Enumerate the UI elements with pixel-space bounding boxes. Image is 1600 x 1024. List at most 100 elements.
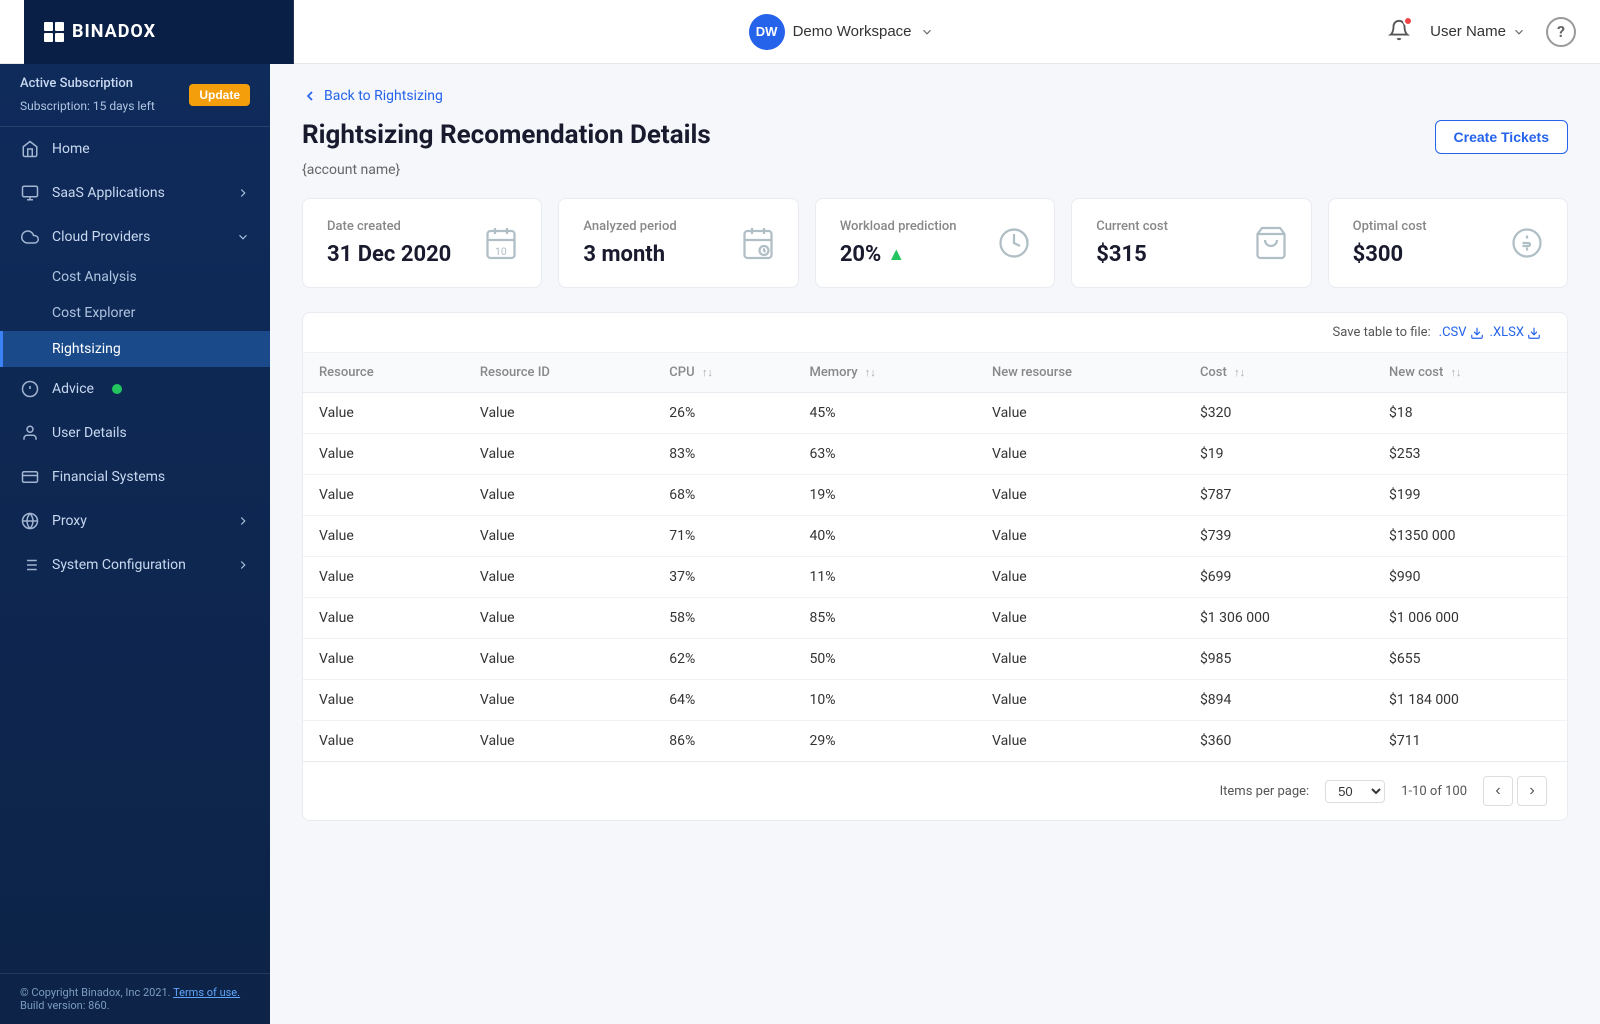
cloud-icon [20, 227, 40, 247]
logo-area: BINADOX [24, 0, 294, 64]
cell-new-cost: $711 [1373, 721, 1567, 762]
table-row: Value Value 68% 19% Value $787 $199 [303, 475, 1567, 516]
cell-new-cost: $1350 000 [1373, 516, 1567, 557]
col-new-cost[interactable]: New cost ↑↓ [1373, 353, 1567, 393]
cell-resource: Value [303, 680, 464, 721]
table-row: Value Value 71% 40% Value $739 $1350 000 [303, 516, 1567, 557]
items-per-page-select[interactable]: 50 25 100 [1325, 780, 1385, 803]
advice-icon [20, 379, 40, 399]
footer-build: Build version: 860. [20, 999, 110, 1012]
sidebar-item-cost-explorer[interactable]: Cost Explorer [0, 295, 270, 331]
table-row: Value Value 26% 45% Value $320 $18 [303, 393, 1567, 434]
col-cost[interactable]: Cost ↑↓ [1184, 353, 1373, 393]
chevron-down-icon [920, 25, 934, 39]
back-link[interactable]: Back to Rightsizing [302, 88, 1568, 104]
footer-terms-link[interactable]: Terms of use. [173, 986, 240, 999]
cell-resource: Value [303, 475, 464, 516]
items-per-page-label: Items per page: [1220, 784, 1310, 799]
cell-new-cost: $1 006 000 [1373, 598, 1567, 639]
prev-page-button[interactable]: ‹ [1483, 776, 1513, 806]
table-header-row: Resource Resource ID CPU ↑↓ Memory ↑↓ Ne… [303, 353, 1567, 393]
cell-resource: Value [303, 557, 464, 598]
advice-active-dot [112, 384, 122, 394]
card-analyzed-period: Analyzed period 3 month [558, 198, 798, 288]
cell-resource-id: Value [464, 393, 653, 434]
back-arrow-icon [302, 88, 318, 104]
subscription-days: Subscription: 15 days left [20, 99, 155, 113]
pagination: Items per page: 50 25 100 1-10 of 100 ‹ … [303, 761, 1567, 820]
sidebar: Active Subscription Subscription: 15 day… [0, 64, 270, 1024]
cell-cpu: 37% [653, 557, 793, 598]
cell-resource: Value [303, 598, 464, 639]
sidebar-item-rightsizing[interactable]: Rightsizing [0, 331, 270, 367]
saas-icon [20, 183, 40, 203]
sidebar-item-system-config[interactable]: System Configuration [0, 543, 270, 587]
account-name: {account name} [302, 162, 1568, 178]
sidebar-item-label-saas: SaaS Applications [52, 185, 165, 201]
cell-new-resource: Value [976, 393, 1184, 434]
cell-memory: 85% [793, 598, 976, 639]
trend-up-arrow: ▲ [887, 244, 905, 265]
workspace-selector[interactable]: DW Demo Workspace [749, 14, 934, 50]
cell-cost: $787 [1184, 475, 1373, 516]
cell-cost: $1 306 000 [1184, 598, 1373, 639]
sidebar-footer: © Copyright Binadox, Inc 2021. Terms of … [0, 973, 270, 1024]
sidebar-item-cloud[interactable]: Cloud Providers [0, 215, 270, 259]
cell-resource-id: Value [464, 680, 653, 721]
cell-cost: $739 [1184, 516, 1373, 557]
system-config-chevron-icon [236, 558, 250, 572]
cell-cpu: 58% [653, 598, 793, 639]
cell-cost: $894 [1184, 680, 1373, 721]
create-tickets-button[interactable]: Create Tickets [1435, 120, 1568, 154]
update-button[interactable]: Update [189, 84, 250, 106]
cell-cost: $699 [1184, 557, 1373, 598]
header-right: User Name ? [1388, 17, 1576, 47]
xlsx-download-link[interactable]: .XLSX [1490, 325, 1541, 340]
card-date-created: Date created 31 Dec 2020 10 [302, 198, 542, 288]
back-link-label: Back to Rightsizing [324, 88, 443, 104]
table-body: Value Value 26% 45% Value $320 $18 Value… [303, 393, 1567, 762]
sidebar-item-label-advice: Advice [52, 381, 94, 397]
cell-cost: $19 [1184, 434, 1373, 475]
cell-new-resource: Value [976, 557, 1184, 598]
notification-bell[interactable] [1388, 19, 1410, 45]
cell-resource-id: Value [464, 639, 653, 680]
next-page-button[interactable]: › [1517, 776, 1547, 806]
table-row: Value Value 37% 11% Value $699 $990 [303, 557, 1567, 598]
sidebar-item-label-user-details: User Details [52, 425, 127, 441]
sidebar-item-financial[interactable]: Financial Systems [0, 455, 270, 499]
sidebar-item-home[interactable]: Home [0, 127, 270, 171]
cell-resource-id: Value [464, 557, 653, 598]
col-cpu[interactable]: CPU ↑↓ [653, 353, 793, 393]
page-range-label: 1-10 of 100 [1401, 784, 1467, 799]
summary-cards: Date created 31 Dec 2020 10 Analyzed per… [302, 198, 1568, 288]
proxy-icon [20, 511, 40, 531]
page-title: Rightsizing Recomendation Details [302, 120, 711, 150]
chevron-right-icon [236, 186, 250, 200]
cell-resource-id: Value [464, 475, 653, 516]
workspace-name: Demo Workspace [793, 23, 912, 40]
table-row: Value Value 62% 50% Value $985 $655 [303, 639, 1567, 680]
cell-resource: Value [303, 639, 464, 680]
cell-cost: $320 [1184, 393, 1373, 434]
table-row: Value Value 86% 29% Value $360 $711 [303, 721, 1567, 762]
cell-resource: Value [303, 393, 464, 434]
sidebar-item-advice[interactable]: Advice [0, 367, 270, 411]
sidebar-item-saas[interactable]: SaaS Applications [0, 171, 270, 215]
financial-icon [20, 467, 40, 487]
sidebar-item-proxy[interactable]: Proxy [0, 499, 270, 543]
csv-download-link[interactable]: .CSV [1439, 325, 1484, 340]
cell-resource: Value [303, 721, 464, 762]
card-optimal-cost: Optimal cost $300 [1328, 198, 1568, 288]
sidebar-item-user-details[interactable]: User Details [0, 411, 270, 455]
user-menu[interactable]: User Name [1430, 23, 1526, 40]
col-memory[interactable]: Memory ↑↓ [793, 353, 976, 393]
cell-new-cost: $253 [1373, 434, 1567, 475]
logo-grid-icon [44, 22, 64, 42]
cloud-sub-menu: Cost Analysis Cost Explorer Rightsizing [0, 259, 270, 367]
help-button[interactable]: ? [1546, 17, 1576, 47]
cell-cpu: 71% [653, 516, 793, 557]
cell-new-resource: Value [976, 680, 1184, 721]
sidebar-item-cost-analysis[interactable]: Cost Analysis [0, 259, 270, 295]
data-table: Resource Resource ID CPU ↑↓ Memory ↑↓ Ne… [303, 353, 1567, 761]
